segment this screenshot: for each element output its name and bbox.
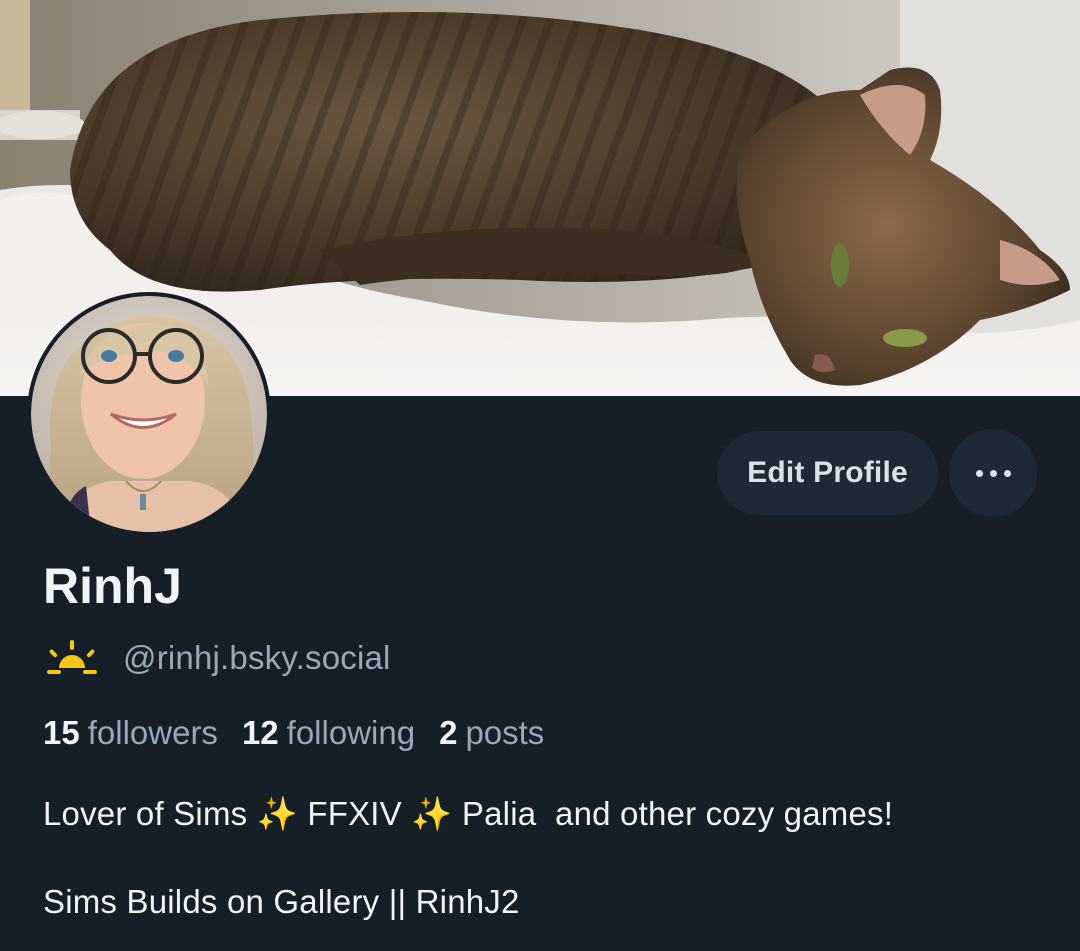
- more-options-icon: [972, 469, 1014, 477]
- handle-row: @rinhj.bsky.social: [43, 636, 391, 680]
- profile-handle: @rinhj.bsky.social: [123, 639, 391, 676]
- followers-link[interactable]: 15 followers: [43, 714, 218, 752]
- posts-stat: 2 posts: [439, 714, 544, 752]
- followers-count: 15: [43, 714, 80, 751]
- posts-count: 2: [439, 714, 458, 751]
- following-label: following: [286, 714, 416, 751]
- following-link[interactable]: 12 following: [242, 714, 415, 752]
- bio-line-1: Lover of Sims ✨ FFXIV ✨ Palia and other …: [43, 795, 894, 832]
- sunrise-icon: [43, 638, 101, 678]
- followers-label: followers: [87, 714, 218, 751]
- profile-page: Edit Profile RinhJ @rinhj.bsky.social 15…: [0, 0, 1080, 951]
- posts-label: posts: [465, 714, 545, 751]
- edit-profile-label: Edit Profile: [747, 456, 908, 489]
- bio-line-2: Sims Builds on Gallery || RinhJ2: [43, 883, 520, 920]
- edit-profile-button[interactable]: Edit Profile: [717, 431, 938, 515]
- profile-avatar[interactable]: [27, 292, 271, 536]
- profile-stats: 15 followers 12 following 2 posts: [43, 714, 568, 762]
- following-count: 12: [241, 714, 279, 751]
- more-options-button[interactable]: [949, 429, 1037, 517]
- display-name: RinhJ: [43, 558, 182, 614]
